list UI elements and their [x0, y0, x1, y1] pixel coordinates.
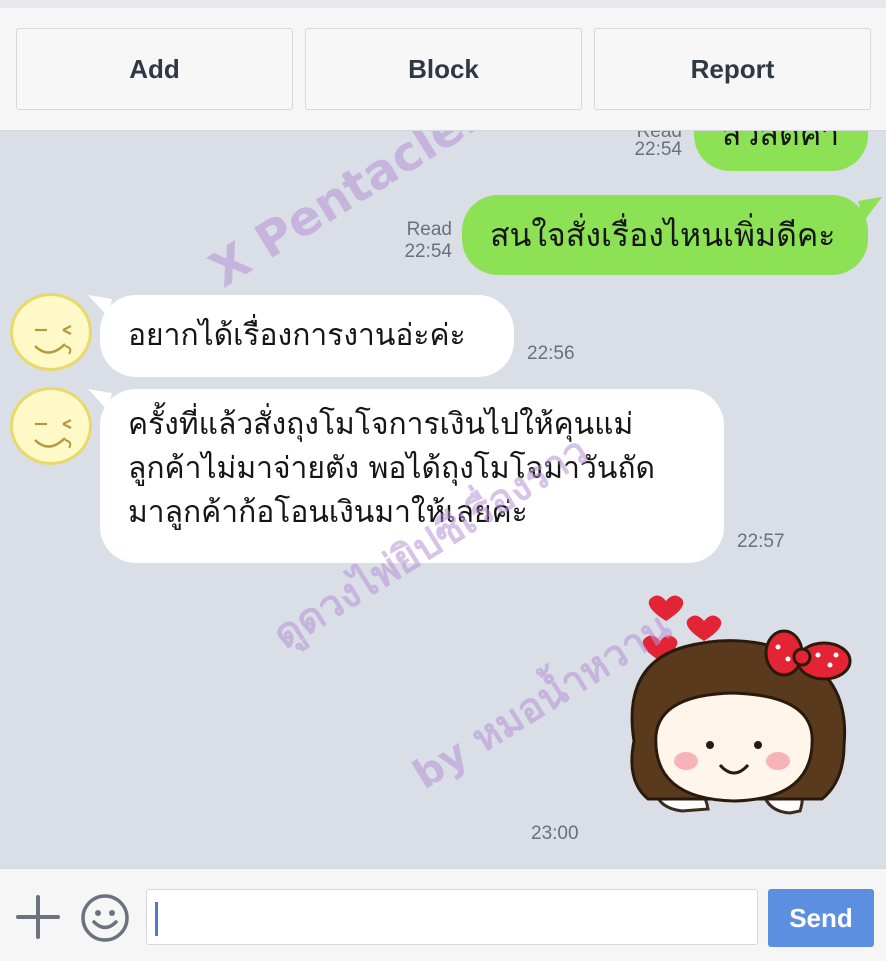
add-button[interactable]: Add — [16, 28, 293, 110]
message-input-bar: Send — [0, 868, 886, 961]
message-time: 22:54 — [404, 241, 452, 262]
message-text: สวัสดีค่า — [722, 131, 840, 153]
report-button[interactable]: Report — [594, 28, 871, 110]
chat-area[interactable]: สวัสดีค่า Read 22:54 สนใจสั่งเรื่องไหนเพ… — [0, 131, 886, 868]
text-cursor — [155, 902, 158, 936]
sent-message-bubble[interactable]: สนใจสั่งเรื่องไหนเพิ่มดีคะ — [462, 195, 868, 275]
plus-icon[interactable] — [16, 895, 60, 939]
received-message-bubble[interactable]: ครั้งที่แล้วสั่งถุงโมโจการเงินไปให้คุนแม… — [100, 389, 724, 563]
contact-avatar[interactable] — [10, 387, 92, 465]
received-message-bubble[interactable]: อยากได้เรื่องการงานอ่ะค่ะ — [100, 295, 514, 377]
sent-message-bubble[interactable]: สวัสดีค่า — [694, 131, 868, 171]
read-receipt: Read — [406, 219, 452, 240]
message-time: 22:56 — [527, 343, 575, 364]
block-button[interactable]: Block — [305, 28, 582, 110]
message-time: 22:57 — [737, 531, 785, 552]
message-text: อยากได้เรื่องการงานอ่ะค่ะ — [128, 318, 466, 353]
bubble-tail — [858, 197, 882, 221]
message-line: ครั้งที่แล้วสั่งถุงโมโจการเงินไปให้คุนแม… — [128, 407, 634, 442]
winking-face-icon — [34, 325, 72, 355]
message-time: 22:54 — [634, 139, 682, 160]
message-text: สนใจสั่งเรื่องไหนเพิ่มดีคะ — [490, 215, 836, 254]
message-line: มาลูกค้าก้อโอนเงินมาให้เลยค่ะ — [128, 495, 528, 530]
message-line: ลูกค้าไม่มาจ่ายตัง พอได้ถุงโมโจมาวันถัด — [128, 451, 655, 486]
friend-action-bar: Add Block Report — [0, 0, 886, 131]
send-button[interactable]: Send — [768, 889, 874, 947]
message-input[interactable] — [146, 889, 758, 945]
winking-face-icon — [34, 419, 72, 449]
watermark-text: X Pentacles — [200, 131, 499, 299]
message-time: 23:00 — [531, 823, 579, 844]
smiley-icon[interactable] — [80, 893, 130, 943]
sticker-message[interactable] — [612, 585, 862, 845]
contact-avatar[interactable] — [10, 293, 92, 371]
smiling-girl-sticker — [630, 595, 852, 815]
top-divider — [0, 0, 886, 8]
